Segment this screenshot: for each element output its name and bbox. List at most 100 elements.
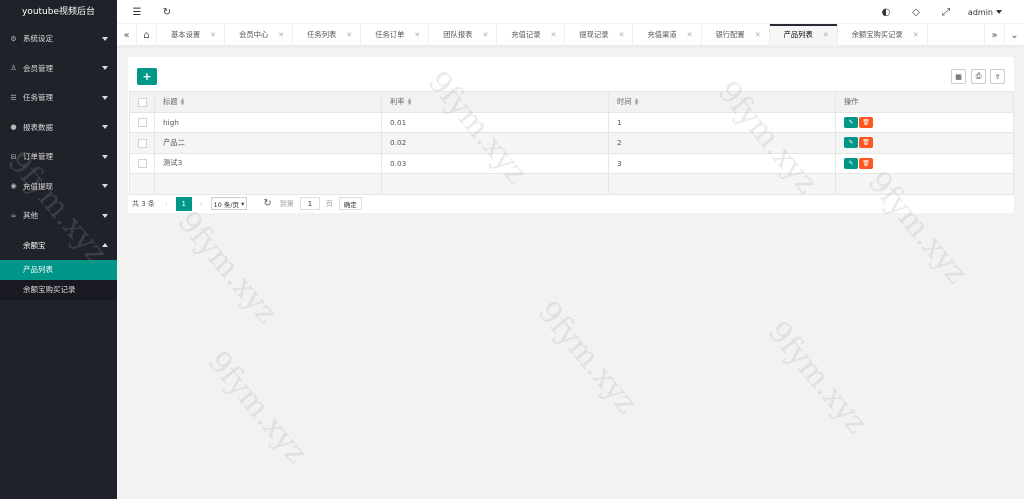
tab-yuebao-purchase-records[interactable]: 余额宝购买记录 ✕ [838, 24, 928, 46]
current-page-button[interactable]: 1 [175, 196, 192, 211]
add-button[interactable]: + [137, 68, 157, 85]
tab-label: 任务订单 [375, 30, 405, 39]
sort-icon[interactable]: ▲ ▼ [408, 97, 412, 106]
sidebar-submenu: 产品列表 余额宝购买记录 [0, 260, 117, 300]
chevron-down-icon [102, 154, 108, 159]
goto-label: 到第 [279, 199, 294, 208]
tab-scroll-right-icon[interactable]: » [984, 24, 1004, 46]
sidebar-subitem-purchase-records[interactable]: 余额宝购买记录 [0, 280, 117, 300]
tab-options-icon[interactable]: ⌄ [1004, 24, 1024, 46]
row-checkbox[interactable] [138, 138, 147, 148]
checkbox-cell [129, 152, 155, 174]
close-icon[interactable]: ✕ [414, 31, 420, 39]
tab-recharge-channels[interactable]: 充值渠道 ✕ [633, 24, 702, 46]
tab-product-list[interactable]: 产品列表 ✕ [769, 24, 838, 46]
edit-button[interactable]: ✎ [844, 157, 858, 169]
next-page-icon[interactable]: › [200, 200, 203, 208]
tab-basic-settings[interactable]: 基本设置 ✕ [157, 24, 226, 46]
edit-button[interactable]: ✎ [844, 137, 858, 149]
refresh-page-icon[interactable]: ↻ [263, 198, 271, 209]
close-icon[interactable]: ✕ [913, 31, 919, 39]
close-icon[interactable]: ✕ [687, 31, 693, 39]
sidebar-item-members[interactable]: ♙ 会员管理 [0, 54, 117, 84]
user-menu[interactable]: admin [968, 0, 1002, 24]
time-cell: 1 [608, 111, 836, 133]
page-unit-label: 页 [325, 199, 333, 208]
sidebar-item-recharge[interactable]: ◉ 充值提现 [0, 172, 117, 202]
sidebar-item-yuebao[interactable]: 余额宝 [0, 231, 117, 261]
refresh-icon[interactable]: ↻ [155, 0, 179, 24]
sidebar-item-label: 余额宝 [23, 240, 46, 250]
title-cell: high [154, 111, 382, 133]
sidebar-item-label: 充值提现 [23, 181, 53, 191]
link-icon: ∞ [10, 211, 17, 220]
close-icon[interactable]: ✕ [823, 31, 829, 39]
column-label: 操作 [844, 96, 859, 106]
goto-page-input[interactable]: 1 [299, 197, 320, 210]
row-checkbox[interactable] [138, 118, 147, 127]
list-icon: ☰ [10, 93, 17, 102]
columns-filter-icon[interactable]: ▦ [951, 69, 966, 84]
sort-icon[interactable]: ▲ ▼ [181, 97, 185, 106]
tab-task-orders[interactable]: 任务订单 ✕ [361, 24, 430, 46]
row-checkbox[interactable] [138, 159, 147, 168]
actions-cell: ✎ 🗑 [835, 111, 1014, 133]
prev-page-icon[interactable]: ‹ [165, 200, 168, 208]
app-title: youtube视频后台 [0, 0, 117, 24]
column-header-time[interactable]: 时间 ▲ ▼ [608, 91, 836, 113]
pagination: 共 3 条 ‹ 1 › 10 条/页 ▾ ↻ 到第 1 页 确定 [129, 194, 1013, 213]
sort-icon[interactable]: ▲ ▼ [635, 97, 639, 106]
sidebar-item-other[interactable]: ∞ 其他 [0, 201, 117, 231]
tab-member-center[interactable]: 会员中心 ✕ [225, 24, 294, 46]
sidebar-subitem-product-list[interactable]: 产品列表 [0, 260, 117, 280]
tag-icon[interactable]: ◇ [904, 0, 928, 24]
column-header-rate[interactable]: 利率 ▲ ▼ [381, 91, 609, 113]
print-icon[interactable]: ⎙ [971, 69, 986, 84]
page-size-select[interactable]: 10 条/页 ▾ [210, 197, 248, 210]
actions-cell: ✎ 🗑 [835, 152, 1014, 174]
close-icon[interactable]: ✕ [551, 31, 557, 39]
chevron-down-icon [102, 36, 108, 41]
confirm-goto-button[interactable]: 确定 [338, 197, 362, 210]
table-row: high 0.01 1 ✎ 🗑 [129, 111, 1014, 133]
select-all-checkbox[interactable] [138, 97, 147, 107]
tab-withdraw-records[interactable]: 提现记录 ✕ [565, 24, 634, 46]
close-icon[interactable]: ✕ [755, 31, 761, 39]
tab-scroll-left-icon[interactable]: « [117, 24, 137, 46]
home-icon[interactable]: ⌂ [137, 24, 157, 46]
actions-cell: ✎ 🗑 [835, 132, 1014, 154]
sidebar-item-tasks[interactable]: ☰ 任务管理 [0, 83, 117, 113]
product-table: 标题 ▲ ▼ 利率 ▲ ▼ 时间 ▲ ▼ 操作 high 0.01 1 ✎ 🗑 产品二 0.0… [129, 91, 1014, 195]
menu-toggle-icon[interactable]: ☰ [125, 0, 149, 24]
user-name: admin [967, 7, 993, 17]
close-icon[interactable]: ✕ [619, 31, 625, 39]
tab-recharge-records[interactable]: 充值记录 ✕ [497, 24, 566, 46]
close-icon[interactable]: ✕ [346, 31, 352, 39]
sidebar-item-label: 其他 [23, 211, 38, 221]
delete-button[interactable]: 🗑 [859, 157, 873, 169]
tab-bank-config[interactable]: 银行配置 ✕ [702, 24, 770, 46]
cart-icon: ⊟ [10, 152, 17, 161]
close-icon[interactable]: ✕ [278, 31, 284, 39]
close-icon[interactable]: ✕ [482, 31, 488, 39]
sidebar-item-system[interactable]: ⚙ 系统设定 [0, 24, 117, 54]
watermark: 9fym.xyz [760, 314, 875, 441]
column-label: 利率 [390, 96, 405, 106]
sidebar-item-label: 订单管理 [23, 152, 53, 162]
column-header-title[interactable]: 标题 ▲ ▼ [154, 91, 382, 113]
export-icon[interactable]: ⇪ [990, 69, 1005, 84]
edit-button[interactable]: ✎ [844, 116, 858, 128]
delete-button[interactable]: 🗑 [859, 137, 873, 149]
fullscreen-icon[interactable]: ⤢ [934, 0, 958, 24]
rate-cell: 0.02 [381, 132, 609, 154]
delete-button[interactable]: 🗑 [859, 116, 873, 128]
sidebar-item-orders[interactable]: ⊟ 订单管理 [0, 142, 117, 172]
header-checkbox-cell [129, 91, 155, 113]
gear-icon: ⚙ [10, 34, 17, 43]
sidebar-item-reports[interactable]: ● 报表数据 [0, 113, 117, 143]
tab-label: 余额宝购买记录 [851, 30, 903, 39]
tab-team-report[interactable]: 团队报表 ✕ [429, 24, 498, 46]
tab-task-list[interactable]: 任务列表 ✕ [293, 24, 362, 46]
close-icon[interactable]: ✕ [210, 31, 216, 39]
theme-icon[interactable]: ◐ [874, 0, 898, 24]
